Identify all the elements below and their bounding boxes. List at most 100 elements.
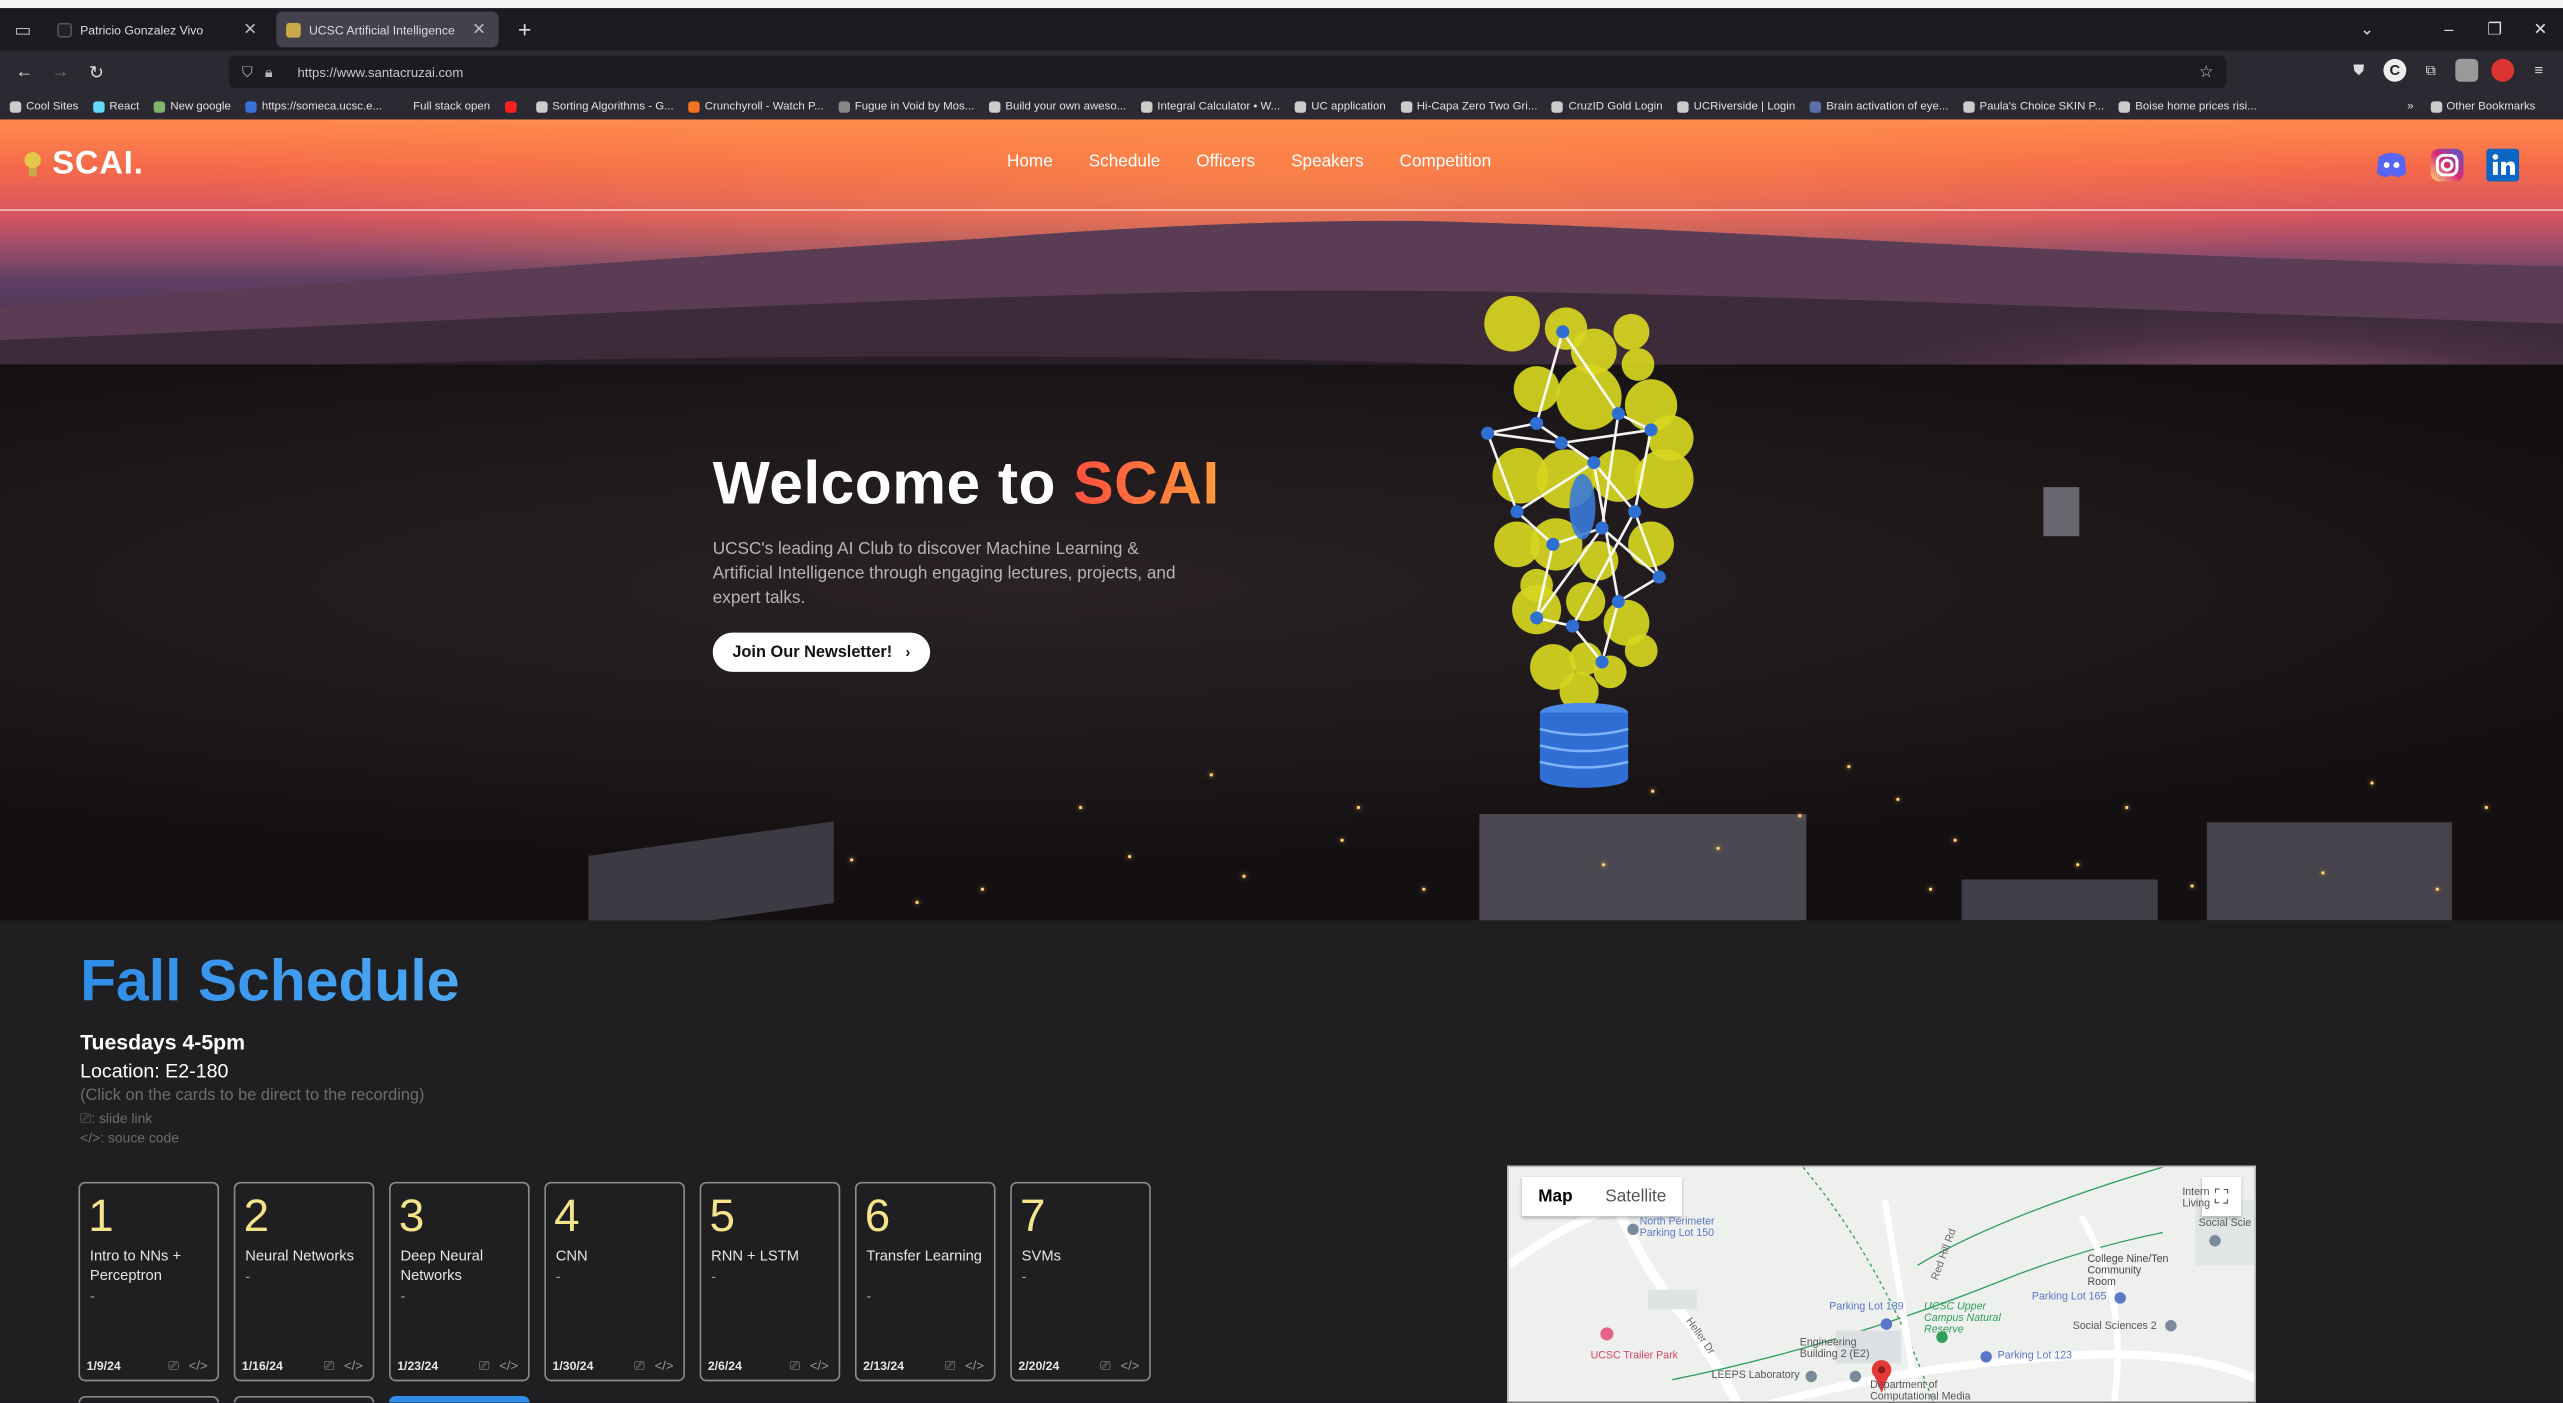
forward-icon[interactable]: → (43, 62, 79, 82)
reload-icon[interactable]: ↻ (78, 61, 114, 83)
bookmark-item[interactable] (504, 100, 521, 112)
bulb-node (1587, 456, 1601, 470)
minimize-icon[interactable]: – (2426, 20, 2472, 38)
bulb-node (1530, 611, 1544, 625)
schedule-card[interactable]: 1 Intro to NNs + Perceptron - 1/9/24 ⎚ </> (78, 1181, 220, 1382)
menu-officers[interactable]: Officers (1196, 152, 1255, 172)
bookmark-label: New google (170, 100, 231, 112)
bookmark-star-icon[interactable]: ☆ (2199, 63, 2214, 81)
restore-icon[interactable]: ❐ (2472, 20, 2518, 38)
map-label: Parking Lot 123 (1997, 1350, 2073, 1362)
satellite-tab[interactable]: Satellite (1589, 1177, 1683, 1216)
bookmark-item[interactable]: UCRiverside | Login (1677, 100, 1795, 112)
slide-link-icon[interactable]: ⎚ (1100, 1358, 1110, 1374)
bookmark-item[interactable]: Crunchyroll - Watch P... (688, 100, 824, 112)
web-page: SCAI. Home Schedule Officers Speakers Co… (0, 119, 2563, 1403)
chevron-down-icon[interactable]: ⌄ (2344, 20, 2390, 38)
schedule-card[interactable]: 2 Neural Networks - 1/16/24 ⎚ </> (233, 1181, 375, 1382)
bookmark-item[interactable]: Paula's Choice SKIN P... (1963, 100, 2104, 112)
slide-link-icon[interactable]: ⎚ (324, 1358, 334, 1374)
bookmark-item[interactable]: UC application (1294, 100, 1386, 112)
slide-link-icon[interactable]: ⎚ (945, 1358, 955, 1374)
lock-icon[interactable]: 🔒︎ (265, 63, 288, 81)
bulb-node (1652, 570, 1666, 584)
discord-icon[interactable] (2374, 147, 2410, 183)
source-code-icon[interactable]: </> (344, 1358, 363, 1374)
back-icon[interactable]: ← (7, 62, 43, 82)
source-code-icon[interactable]: </> (189, 1358, 208, 1374)
google-map[interactable]: Map Satellite ⛶ North Perimeter Parking … (1507, 1165, 2256, 1403)
url-text[interactable]: https://www.santacruzai.com (298, 65, 2199, 80)
bookmark-item[interactable]: Cool Sites (9, 100, 79, 112)
city-light (2321, 871, 2325, 875)
bookmark-item[interactable]: Boise home prices risi... (2118, 100, 2257, 112)
bookmark-item[interactable]: Hi-Capa Zero Two Gri... (1400, 100, 1537, 112)
linkedin-icon[interactable] (2485, 147, 2521, 183)
source-code-icon[interactable]: </> (499, 1358, 518, 1374)
map-label: Social Sciences 2 (2072, 1320, 2157, 1333)
tab-scai[interactable]: UCSC Artificial Intelligence ✕ (276, 11, 499, 48)
bookmark-item[interactable]: https://someca.ucsc.e... (245, 100, 382, 112)
tab-list-icon[interactable]: ▭ (5, 11, 41, 47)
shield-icon[interactable]: ⛉ (242, 63, 265, 81)
menu-home[interactable]: Home (1007, 152, 1053, 172)
slide-link-icon[interactable]: ⎚ (790, 1358, 800, 1374)
legend-slide: ⎚: slide link (80, 1110, 152, 1128)
bookmark-item[interactable]: Sorting Algorithms - G... (535, 100, 674, 112)
schedule-time: Tuesdays 4-5pm (80, 1029, 246, 1055)
menu-icon[interactable]: ≡ (2527, 59, 2550, 82)
bookmark-item[interactable]: New google (153, 100, 231, 112)
map-label: Department of Computational Media (1870, 1379, 1971, 1403)
menu-speakers[interactable]: Speakers (1291, 152, 1364, 172)
source-code-icon[interactable]: </> (655, 1358, 674, 1374)
bookmark-item[interactable]: Fugue in Void by Mos... (838, 100, 974, 112)
city-light (1078, 805, 1083, 810)
bookmark-item[interactable]: Build your own aweso... (989, 100, 1126, 112)
tab-title: UCSC Artificial Intelligence (308, 22, 455, 37)
bookmark-item[interactable]: Integral Calculator • W... (1140, 100, 1280, 112)
source-code-icon[interactable]: </> (1120, 1358, 1139, 1374)
other-bookmarks[interactable]: Other Bookmarks (2430, 100, 2535, 112)
campus-building (1961, 879, 2158, 921)
source-code-icon[interactable]: </> (965, 1358, 984, 1374)
bookmark-item[interactable]: Full stack open (396, 100, 490, 112)
menu-competition[interactable]: Competition (1400, 152, 1492, 172)
site-logo[interactable]: SCAI. (23, 145, 144, 183)
bulb-node (1566, 619, 1580, 633)
hero-text: Welcome to SCAI UCSC's leading AI Club t… (712, 450, 1301, 672)
schedule-card[interactable]: 6 Transfer Learning - 2/13/24 ⎚ </> (854, 1181, 996, 1382)
close-tab-icon[interactable]: ✕ (469, 20, 489, 38)
bulb-node (1611, 595, 1625, 609)
pocket-icon[interactable]: ⛊ (2347, 59, 2370, 82)
extension-red-icon[interactable] (2491, 58, 2515, 82)
instagram-icon[interactable] (2429, 147, 2465, 183)
card-number: 6 (864, 1190, 891, 1241)
bookmark-item[interactable]: Brain activation of eye... (1809, 100, 1948, 112)
slide-link-icon[interactable]: ⎚ (479, 1358, 489, 1374)
overflow-chevron-icon[interactable]: » (2407, 101, 2413, 112)
newsletter-button[interactable]: Join Our Newsletter! › (712, 632, 930, 672)
schedule-card[interactable]: 5 RNN + LSTM - 2/6/24 ⎚ </> (699, 1181, 841, 1382)
screenshot-icon[interactable] (2455, 58, 2479, 82)
react-icon (93, 100, 105, 112)
menu-schedule[interactable]: Schedule (1089, 152, 1161, 172)
address-bar[interactable]: ⛉ 🔒︎ https://www.santacruzai.com ☆ (228, 55, 2227, 89)
new-tab-icon[interactable]: + (508, 16, 541, 42)
bookmarks-overflow: » Other Bookmarks (2397, 93, 2551, 120)
schedule-card[interactable]: 3 Deep Neural Networks - 1/23/24 ⎚ </> (389, 1181, 530, 1382)
close-tab-icon[interactable]: ✕ (240, 20, 260, 38)
bulb-node (1556, 325, 1570, 339)
extensions-icon[interactable]: ⧉ (2419, 59, 2442, 82)
map-tab[interactable]: Map (1522, 1177, 1589, 1216)
source-code-icon[interactable]: </> (810, 1358, 829, 1374)
map-label: College Nine/Ten Community Room (2087, 1253, 2169, 1289)
schedule-card[interactable]: 7 SVMs - 2/20/24 ⎚ </> (1010, 1181, 1151, 1382)
close-window-icon[interactable]: ✕ (2517, 20, 2563, 38)
slide-link-icon[interactable]: ⎚ (634, 1358, 644, 1374)
bookmark-item[interactable]: CruzID Gold Login (1552, 100, 1663, 112)
schedule-card[interactable]: 4 CNN - 1/30/24 ⎚ </> (544, 1181, 685, 1382)
tab-patricio[interactable]: Patricio Gonzalez Vivo ✕ (47, 11, 269, 47)
extension-c-icon[interactable]: C (2383, 58, 2407, 82)
slide-link-icon[interactable]: ⎚ (168, 1358, 178, 1374)
bookmark-item[interactable]: React (93, 100, 139, 112)
